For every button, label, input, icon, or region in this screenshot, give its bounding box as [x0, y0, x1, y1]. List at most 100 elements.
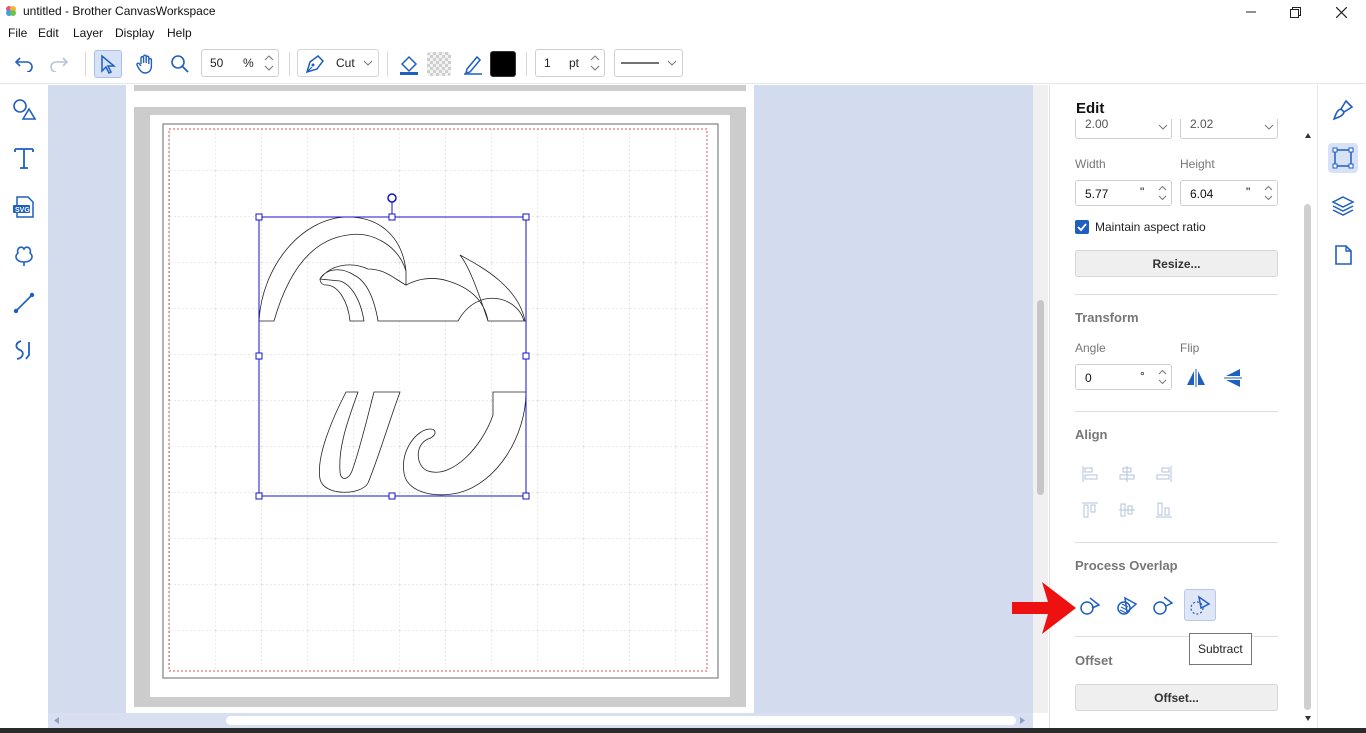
- chevron-down-icon: [1264, 124, 1274, 130]
- pattern-button[interactable]: [9, 240, 39, 270]
- menu-edit[interactable]: Edit: [38, 26, 59, 40]
- drawing-canvas[interactable]: [48, 85, 1033, 713]
- freehand-icon: [15, 340, 30, 360]
- pen-line-icon: [464, 55, 482, 75]
- redo-button[interactable]: [45, 50, 73, 78]
- scroll-left-icon[interactable]: [52, 716, 60, 725]
- scroll-right-icon[interactable]: [1019, 716, 1027, 725]
- panel-scrollbar[interactable]: [1301, 130, 1315, 723]
- left-toolbar: SVG: [0, 85, 48, 733]
- subtract-icon: [1190, 595, 1211, 615]
- align-right-button[interactable]: [1150, 460, 1178, 488]
- width-input[interactable]: 5.77 ": [1075, 180, 1172, 206]
- shapes-button[interactable]: [9, 95, 39, 125]
- resize-handle[interactable]: [522, 213, 530, 221]
- menu-layer[interactable]: Layer: [73, 26, 103, 40]
- stroke-button[interactable]: [459, 50, 487, 78]
- position-y-field[interactable]: 2.02: [1180, 117, 1278, 139]
- resize-handle[interactable]: [522, 352, 530, 360]
- flip-horizontal-button[interactable]: [1182, 364, 1210, 392]
- page-tab[interactable]: [1328, 240, 1358, 270]
- close-button[interactable]: [1318, 0, 1364, 24]
- resize-handle[interactable]: [255, 492, 263, 500]
- process-overlap-title: Process Overlap: [1075, 558, 1178, 573]
- mat-top-border: [134, 85, 746, 91]
- line-button[interactable]: [9, 288, 39, 318]
- canvas-horizontal-scrollbar[interactable]: [48, 713, 1033, 728]
- svg-import-button[interactable]: SVG: [9, 192, 39, 222]
- height-input[interactable]: 6.04 ": [1180, 180, 1278, 206]
- flip-vertical-button[interactable]: [1219, 364, 1247, 392]
- scroll-thumb[interactable]: [1304, 204, 1311, 710]
- restore-icon: [1289, 6, 1301, 18]
- window-title: untitled - Brother CanvasWorkspace: [23, 4, 216, 18]
- paint-tab[interactable]: [1328, 95, 1358, 125]
- line-icon: [13, 292, 35, 314]
- edit-tab[interactable]: [1328, 143, 1358, 173]
- menu-display[interactable]: Display: [115, 26, 154, 40]
- angle-input[interactable]: 0 °: [1075, 364, 1172, 390]
- title-bar: untitled - Brother CanvasWorkspace: [0, 0, 1366, 24]
- intersect-button[interactable]: [1149, 591, 1177, 619]
- annotation-arrow-icon: [1012, 582, 1076, 634]
- align-bottom-button[interactable]: [1150, 496, 1178, 524]
- canvas-area[interactable]: [48, 85, 1033, 713]
- group-overlap-button[interactable]: [1113, 591, 1141, 619]
- scroll-up-icon[interactable]: [1304, 132, 1312, 139]
- scroll-thumb[interactable]: [226, 716, 1016, 725]
- maintain-aspect-checkbox[interactable]: [1075, 220, 1089, 234]
- mode-dropdown[interactable]: Cut: [297, 49, 379, 77]
- spin-arrows-icon[interactable]: [1156, 182, 1169, 204]
- scroll-thumb[interactable]: [1037, 300, 1044, 495]
- resize-handle[interactable]: [388, 492, 396, 500]
- transparent-swatch-icon: [427, 52, 451, 76]
- pattern-icon: [15, 246, 33, 266]
- width-label: Width: [1075, 157, 1106, 171]
- undo-button[interactable]: [10, 50, 38, 78]
- resize-button[interactable]: Resize...: [1075, 250, 1278, 277]
- select-tool-button[interactable]: [94, 50, 122, 78]
- minimize-button[interactable]: [1228, 0, 1274, 24]
- menu-help[interactable]: Help: [167, 26, 192, 40]
- spin-arrows-icon[interactable]: [1156, 366, 1169, 388]
- line-width-input[interactable]: 1 pt: [535, 49, 605, 77]
- line-width-unit: pt: [569, 56, 580, 70]
- group-overlap-icon: [1117, 596, 1138, 615]
- align-top-button[interactable]: [1076, 496, 1104, 524]
- fill-button[interactable]: [395, 50, 423, 78]
- position-x-field[interactable]: 2.00: [1075, 117, 1172, 139]
- spin-arrows-icon[interactable]: [1262, 182, 1275, 204]
- align-middle-button[interactable]: [1113, 496, 1141, 524]
- stroke-color-swatch[interactable]: [489, 50, 517, 78]
- text-button[interactable]: [9, 143, 39, 173]
- width-value: 5.77: [1085, 187, 1109, 201]
- zoom-tool-button[interactable]: [166, 50, 194, 78]
- spin-arrows-icon[interactable]: [588, 51, 602, 75]
- align-center-button[interactable]: [1113, 460, 1141, 488]
- resize-handle[interactable]: [255, 352, 263, 360]
- paint-bucket-icon: [400, 55, 418, 75]
- subtract-button[interactable]: [1184, 589, 1216, 621]
- layers-tab[interactable]: [1328, 191, 1358, 221]
- zoom-input[interactable]: 50 %: [201, 49, 279, 77]
- spin-arrows-icon[interactable]: [262, 51, 276, 75]
- position-y-value: 2.02: [1190, 117, 1214, 131]
- scroll-down-icon[interactable]: [1304, 715, 1312, 722]
- align-left-button[interactable]: [1076, 460, 1104, 488]
- section-divider: [1075, 542, 1278, 543]
- restore-button[interactable]: [1272, 0, 1318, 24]
- resize-handle[interactable]: [255, 213, 263, 221]
- rotate-handle[interactable]: [387, 193, 397, 203]
- resize-handle[interactable]: [388, 213, 396, 221]
- hand-tool-button[interactable]: [131, 50, 159, 78]
- fill-color-swatch[interactable]: [425, 50, 453, 78]
- menu-bar: File Edit Layer Display Help: [0, 24, 1366, 44]
- offset-button[interactable]: Offset...: [1075, 684, 1278, 711]
- menu-file[interactable]: File: [8, 26, 27, 40]
- close-icon: [1335, 6, 1347, 18]
- edit-transform-icon: [1332, 147, 1354, 169]
- weld-button[interactable]: [1076, 591, 1104, 619]
- freehand-button[interactable]: [9, 335, 39, 365]
- line-style-dropdown[interactable]: [614, 49, 683, 77]
- resize-handle[interactable]: [522, 492, 530, 500]
